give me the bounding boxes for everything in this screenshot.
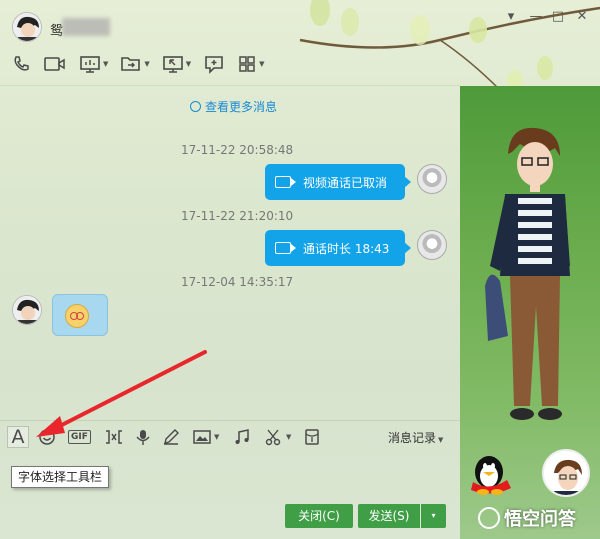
self-avatar[interactable]	[417, 164, 447, 194]
red-packet-icon[interactable]	[304, 427, 320, 447]
chat-toolbar: ▼ ▼ ▼ ▼	[8, 52, 268, 76]
message-history-label: 消息记录	[388, 431, 437, 445]
message-timestamp: 17-12-04 14:35:17	[181, 275, 294, 289]
screen-share-icon[interactable]: ▼	[76, 52, 111, 76]
qq-penguin-logo	[471, 456, 511, 495]
contact-avatar[interactable]	[12, 12, 42, 42]
more-messages-link[interactable]: 查看更多消息	[190, 98, 277, 115]
music-icon[interactable]	[233, 427, 251, 447]
watermark-text: 悟空问答	[504, 509, 576, 530]
font-toolbar-tooltip: 字体选择工具栏	[11, 466, 110, 488]
wukong-logo-icon	[478, 507, 500, 529]
gif-icon[interactable]: GIF	[68, 427, 91, 447]
emoji-message-bubble[interactable]	[52, 294, 108, 336]
close-button[interactable]: 关闭(C)	[285, 504, 353, 528]
gif-label: GIF	[68, 430, 91, 444]
video-call-icon[interactable]	[40, 52, 70, 76]
font-button[interactable]: A	[7, 426, 29, 448]
watermark: 悟空问答	[478, 505, 576, 531]
title-bar: 鸳 ▾ — □ ✕	[0, 0, 600, 44]
skin-menu-icon[interactable]: ▾	[502, 9, 520, 25]
pencil-icon[interactable]	[162, 427, 180, 447]
divider	[0, 420, 460, 421]
app-grid-icon[interactable]: ▼	[234, 52, 267, 76]
close-window-button[interactable]: ✕	[573, 9, 591, 25]
clock-icon	[190, 101, 201, 112]
voice-message-icon[interactable]	[135, 427, 151, 447]
phone-icon[interactable]	[8, 52, 34, 76]
message-timestamp: 17-11-22 20:58:48	[181, 143, 294, 157]
contact-avatar[interactable]	[12, 295, 42, 325]
more-messages-label: 查看更多消息	[205, 100, 278, 114]
video-icon	[275, 176, 296, 188]
screenshot-icon[interactable]	[103, 427, 125, 447]
self-avatar-large[interactable]	[542, 449, 590, 497]
minimize-button[interactable]: —	[527, 9, 545, 25]
remote-desktop-icon[interactable]: ▼	[159, 52, 194, 76]
divider	[0, 85, 460, 86]
file-transfer-icon[interactable]: ▼	[117, 52, 152, 76]
dizzy-face-emoji-icon	[65, 304, 89, 328]
message-text: 通话时长 18:43	[303, 241, 390, 256]
send-options-dropdown[interactable]: ▾	[421, 504, 446, 528]
self-avatar[interactable]	[417, 230, 447, 260]
emoji-icon[interactable]	[38, 427, 56, 447]
image-icon[interactable]: ▼	[192, 427, 219, 447]
message-text: 视频通话已取消	[303, 175, 388, 190]
video-icon	[275, 242, 296, 254]
new-discussion-icon[interactable]	[200, 52, 228, 76]
message-bubble[interactable]: 视频通话已取消	[265, 164, 411, 200]
name-redaction	[62, 18, 110, 36]
maximize-button[interactable]: □	[549, 9, 567, 25]
scissors-icon[interactable]: ▼	[264, 427, 291, 447]
message-bubble[interactable]: 通话时长 18:43	[265, 230, 411, 266]
send-button[interactable]: 发送(S)	[358, 504, 420, 528]
input-toolbar: A GIF ▼ ▼ 消息记录 ▼	[0, 424, 460, 450]
message-history-button[interactable]: 消息记录 ▼	[388, 429, 443, 446]
message-timestamp: 17-11-22 21:20:10	[181, 209, 294, 223]
